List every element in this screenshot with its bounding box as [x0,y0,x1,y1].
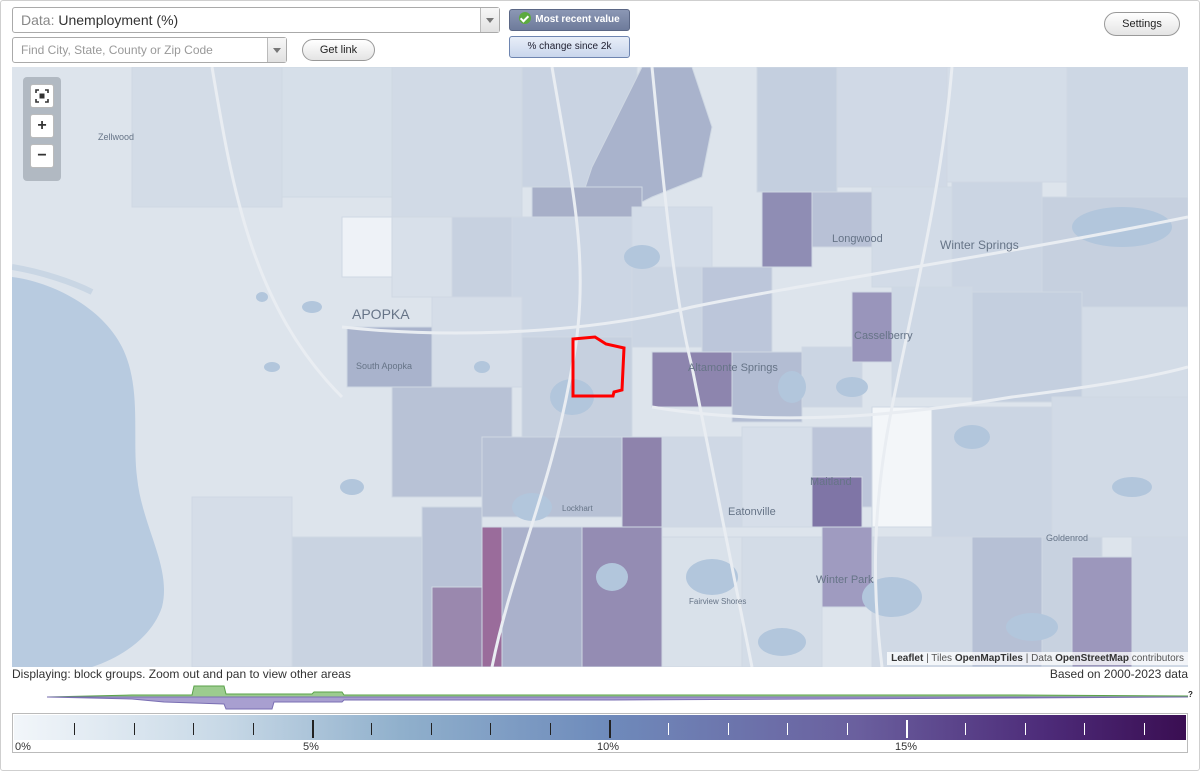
place-label: Fairview Shores [689,597,746,606]
map-view[interactable]: Zellwood APOPKA South Apopka Longwood Wi… [12,67,1188,667]
legend-tick [668,723,669,735]
legend-label: 5% [303,741,319,753]
location-search-placeholder: Find City, State, County or Zip Code [21,43,213,57]
data-select-prefix: Data: [21,12,55,28]
location-search-select[interactable]: Find City, State, County or Zip Code [12,37,287,63]
place-label: Winter Park [816,574,874,586]
legend-tick [1025,723,1026,735]
place-label: Eatonville [728,506,776,518]
legend-tick [312,720,314,738]
chevron-down-icon[interactable] [267,38,286,62]
place-label: Zellwood [98,132,134,142]
legend-tick [1144,723,1145,735]
zoom-out-button[interactable]: − [30,144,54,168]
legend-tick [74,723,75,735]
map-canvas[interactable]: Zellwood APOPKA South Apopka Longwood Wi… [12,67,1188,667]
openmaptiles-link[interactable]: OpenMapTiles [955,653,1023,664]
legend-tick [193,723,194,735]
place-label: APOPKA [352,306,410,322]
place-label: Altamonte Springs [688,362,778,374]
attribution-sep-data: | Data [1023,653,1056,664]
percent-change-toggle[interactable]: % change since 2k [509,36,630,58]
legend-tick [253,723,254,735]
most-recent-value-toggle[interactable]: Most recent value [509,9,630,31]
legend-tick [965,723,966,735]
legend-tick [431,723,432,735]
legend-tick [1084,723,1085,735]
zoom-control: + − [23,77,61,181]
place-label: Maitland [810,476,852,488]
legend-label: 10% [597,741,620,753]
data-select-value: Unemployment (%) [58,12,179,28]
place-label: Casselberry [854,330,913,342]
attribution-sep-tiles: | Tiles [923,653,955,664]
most-recent-value-label: Most recent value [535,14,620,25]
legend-tick [728,723,729,735]
legend-tick [847,723,848,735]
legend-tick [371,723,372,735]
legend-label: 15% [895,741,918,753]
zoom-in-button[interactable]: + [30,114,54,138]
legend-tick [787,723,788,735]
color-legend: 0% 5% 10% 15% [12,713,1188,753]
help-icon[interactable]: ? [1188,690,1193,699]
fit-bounds-button[interactable] [30,84,54,108]
data-select[interactable]: Data: Unemployment (%) [12,7,500,33]
fullscreen-icon [35,89,49,103]
map-attribution: Leaflet | Tiles OpenMapTiles | Data Open… [887,652,1188,665]
legend-gradient [14,715,1186,740]
place-label: Goldenrod [1046,533,1088,543]
place-label: Longwood [832,233,883,245]
legend-label: 0% [15,741,31,753]
legend-tick [490,723,491,735]
data-range-note: Based on 2000-2023 data [1049,667,1188,681]
settings-button[interactable]: Settings [1104,12,1180,36]
attribution-tail: contributors [1128,653,1184,664]
place-label: South Apopka [356,361,412,371]
place-label: Lockhart [562,504,593,513]
place-label: Winter Springs [940,238,1019,252]
value-histogram [46,685,1188,710]
get-link-button[interactable]: Get link [302,39,375,61]
legend-tick [550,723,551,735]
openstreetmap-link[interactable]: OpenStreetMap [1055,653,1129,664]
display-status: Displaying: block groups. Zoom out and p… [12,667,351,681]
leaflet-link[interactable]: Leaflet [891,653,923,664]
legend-tick [906,720,908,738]
legend-tick [134,723,135,735]
legend-tick [609,720,611,738]
chevron-down-icon[interactable] [480,8,499,32]
check-icon [519,12,532,24]
